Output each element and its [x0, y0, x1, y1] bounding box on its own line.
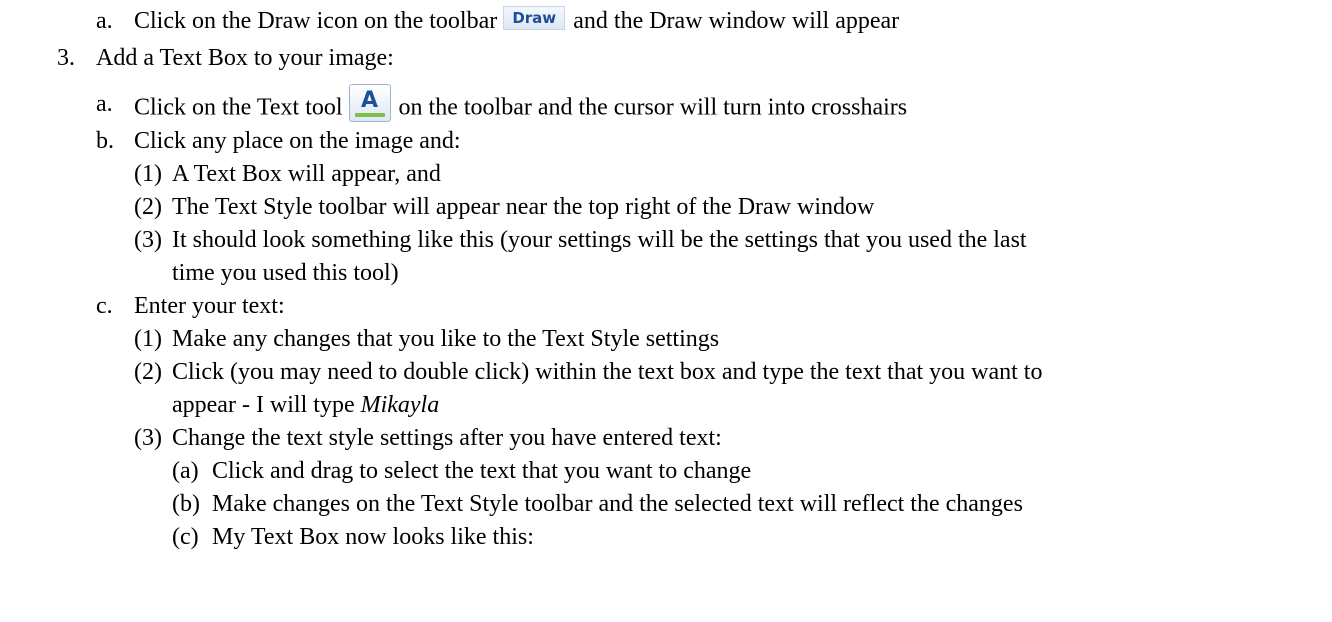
step-text: Click on the Draw icon on the toolbar Dra… [134, 6, 900, 35]
step-text: Make changes on the Text Style toolbar a… [212, 491, 1023, 517]
list-marker: b. [96, 128, 114, 154]
list-marker: a. [96, 8, 113, 34]
step-text-continuation: time you used this tool) [172, 260, 399, 286]
list-marker: (2) [134, 359, 162, 385]
list-marker: c. [96, 293, 113, 319]
step-text-continuation: appear - I will type Mikayla [172, 391, 439, 419]
list-marker: 3. [57, 45, 75, 71]
step-text: Click (you may need to double click) wit… [172, 359, 1043, 385]
draw-icon: Draw [503, 6, 566, 31]
step-text: The Text Style toolbar will appear near … [172, 194, 875, 220]
example-name: Mikayla [360, 392, 440, 418]
list-marker: (a) [172, 458, 199, 484]
step-text: A Text Box will appear, and [172, 161, 441, 187]
step-text: Change the text style settings after you… [172, 425, 722, 451]
step-text-after: on the toolbar and the cursor will turn … [398, 94, 908, 121]
list-marker: (1) [134, 161, 162, 187]
step-text-after: and the Draw window will appear [573, 8, 900, 34]
step-text: Click any place on the image and: [134, 128, 461, 154]
step-text-before: appear - I will type [172, 392, 355, 418]
letter-a-glyph: A [361, 88, 379, 113]
list-marker: a. [96, 91, 113, 117]
step-heading: Add a Text Box to your image: [96, 45, 394, 71]
list-marker: (2) [134, 194, 162, 220]
list-marker: (b) [172, 491, 200, 517]
step-text: Make any changes that you like to the Te… [172, 326, 720, 352]
step-text-before: Click on the Text tool [134, 94, 343, 121]
step-text: It should look something like this (your… [172, 227, 1027, 253]
list-marker: (3) [134, 425, 162, 451]
step-text: Enter your text: [134, 293, 285, 319]
list-marker: (1) [134, 326, 162, 352]
step-text: Click and drag to select the text that y… [212, 458, 752, 484]
step-text: My Text Box now looks like this: [212, 524, 534, 550]
text-tool-icon: A [348, 84, 391, 122]
list-marker: (c) [172, 524, 199, 550]
step-text-before: Click on the Draw icon on the toolbar [134, 8, 498, 34]
step-text: Click on the Text tool Aon the toolbar an… [134, 84, 908, 128]
list-marker: (3) [134, 227, 162, 253]
